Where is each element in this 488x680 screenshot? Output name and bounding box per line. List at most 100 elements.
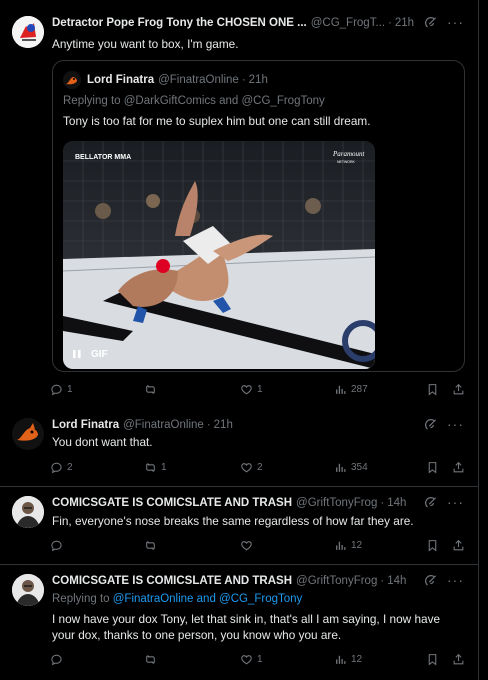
views-count: 287 xyxy=(351,384,368,395)
replying-to-handles[interactable]: @FinatraOnline and @CG_FrogTony xyxy=(113,593,303,605)
views-button[interactable]: 354 xyxy=(334,461,368,474)
quote-header: Lord Finatra @FinatraOnline · 21h xyxy=(87,74,268,86)
reply-button[interactable] xyxy=(50,539,67,552)
more-icon[interactable]: ··· xyxy=(447,494,464,510)
views-icon xyxy=(334,653,347,666)
retweet-button[interactable] xyxy=(144,653,161,666)
views-count: 354 xyxy=(351,462,368,473)
like-button[interactable]: 2 xyxy=(240,461,263,474)
retweet-button[interactable] xyxy=(144,383,161,396)
like-button[interactable] xyxy=(240,539,257,552)
reply-count: 2 xyxy=(67,462,73,473)
more-icon[interactable]: ··· xyxy=(447,572,464,588)
timestamp[interactable]: 14h xyxy=(387,497,406,509)
bookmark-icon xyxy=(426,383,439,396)
like-button[interactable]: 1 xyxy=(240,383,263,396)
avatar[interactable] xyxy=(12,16,44,48)
gif-frame: BELLATOR MMA Paramount NETWORK xyxy=(63,141,375,369)
tweet-2[interactable]: Lord Finatra @FinatraOnline · 21h ··· Yo… xyxy=(0,402,478,486)
tweet-1[interactable]: Detractor Pope Frog Tony the CHOSEN ONE … xyxy=(0,0,478,402)
replying-prefix: Replying to xyxy=(52,593,110,605)
display-name[interactable]: Lord Finatra xyxy=(52,419,119,431)
views-button[interactable]: 12 xyxy=(334,539,362,552)
avatar-image xyxy=(12,496,44,528)
action-bar: 1 1 287 xyxy=(50,383,468,399)
tweet-text: I now have your dox Tony, let that sink … xyxy=(52,612,441,642)
views-button[interactable]: 287 xyxy=(334,383,368,396)
timestamp[interactable]: 21h xyxy=(395,17,414,29)
tweet-3[interactable]: COMICSGATE IS COMICSLATE AND TRASH @Grif… xyxy=(0,486,478,564)
views-button[interactable]: 12 xyxy=(334,653,362,666)
handle[interactable]: @FinatraOnline xyxy=(123,419,204,431)
reply-icon xyxy=(50,461,63,474)
grok-icon[interactable] xyxy=(424,496,438,510)
like-count: 1 xyxy=(257,384,263,395)
like-button[interactable]: 1 xyxy=(240,653,263,666)
bookmark-button[interactable] xyxy=(426,461,443,474)
share-button[interactable] xyxy=(452,539,469,552)
like-icon xyxy=(240,539,253,552)
avatar-image xyxy=(12,16,44,48)
avatar[interactable] xyxy=(63,71,81,89)
share-button[interactable] xyxy=(452,461,469,474)
pause-icon[interactable] xyxy=(71,348,83,360)
bellator-logo: BELLATOR MMA xyxy=(75,154,131,161)
grok-icon[interactable] xyxy=(424,418,438,432)
reply-button[interactable]: 1 xyxy=(50,383,73,396)
display-name[interactable]: Detractor Pope Frog Tony the CHOSEN ONE … xyxy=(52,17,307,29)
action-bar: 1 12 xyxy=(50,653,468,669)
retweet-button[interactable]: 1 xyxy=(144,461,167,474)
grok-icon[interactable] xyxy=(424,574,438,588)
display-name[interactable]: Lord Finatra xyxy=(87,74,154,86)
handle[interactable]: @FinatraOnline xyxy=(158,74,239,86)
handle[interactable]: @CG_FrogT... xyxy=(311,17,385,29)
avatar[interactable] xyxy=(12,574,44,606)
avatar-image xyxy=(12,574,44,606)
reply-icon xyxy=(50,539,63,552)
avatar[interactable] xyxy=(12,418,44,450)
tweet-header: COMICSGATE IS COMICSLATE AND TRASH @Grif… xyxy=(52,497,407,509)
more-icon[interactable]: ··· xyxy=(447,416,464,432)
bookmark-button[interactable] xyxy=(426,653,443,666)
retweet-icon xyxy=(144,653,157,666)
share-icon xyxy=(452,653,465,666)
more-icon[interactable]: ··· xyxy=(447,14,464,30)
tweet-text: You dont want that. xyxy=(52,435,153,449)
share-icon xyxy=(452,539,465,552)
share-button[interactable] xyxy=(452,383,469,396)
gif-badge[interactable]: GIF xyxy=(71,348,108,360)
tweet-text: Fin, everyone's nose breaks the same reg… xyxy=(52,514,414,528)
timestamp[interactable]: 14h xyxy=(387,575,406,587)
reply-button[interactable]: 2 xyxy=(50,461,73,474)
tweet-header: COMICSGATE IS COMICSLATE AND TRASH @Grif… xyxy=(52,575,407,587)
timestamp[interactable]: 21h xyxy=(249,74,268,86)
like-icon xyxy=(240,383,253,396)
replying-to: Replying to @DarkGiftComics and @CG_Frog… xyxy=(63,95,325,107)
retweet-button[interactable] xyxy=(144,539,161,552)
replying-to-handles[interactable]: @DarkGiftComics and @CG_FrogTony xyxy=(124,95,325,107)
display-name[interactable]: COMICSGATE IS COMICSLATE AND TRASH xyxy=(52,575,292,587)
bookmark-icon xyxy=(426,653,439,666)
like-count: 2 xyxy=(257,462,263,473)
avatar[interactable] xyxy=(12,496,44,528)
views-count: 12 xyxy=(351,654,363,665)
handle[interactable]: @GriftTonyFrog xyxy=(296,497,377,509)
gif-label: GIF xyxy=(91,348,108,360)
bookmark-button[interactable] xyxy=(426,383,443,396)
quote-text: Tony is too fat for me to suplex him but… xyxy=(63,114,371,128)
display-name[interactable]: COMICSGATE IS COMICSLATE AND TRASH xyxy=(52,497,292,509)
scrollbar-track[interactable] xyxy=(478,0,488,680)
grok-icon[interactable] xyxy=(424,16,438,30)
replying-prefix: Replying to xyxy=(63,95,121,107)
tweet-text: Anytime you want to box, I'm game. xyxy=(52,37,239,51)
tweet-4[interactable]: COMICSGATE IS COMICSLATE AND TRASH @Grif… xyxy=(0,564,478,680)
handle[interactable]: @GriftTonyFrog xyxy=(296,575,377,587)
gif-media[interactable]: BELLATOR MMA Paramount NETWORK GIF xyxy=(63,141,375,369)
timestamp[interactable]: 21h xyxy=(214,419,233,431)
tweet-header: Lord Finatra @FinatraOnline · 21h xyxy=(52,419,233,431)
bookmark-button[interactable] xyxy=(426,539,443,552)
share-button[interactable] xyxy=(452,653,469,666)
replying-to: Replying to @FinatraOnline and @CG_FrogT… xyxy=(52,593,302,605)
quoted-tweet[interactable]: Lord Finatra @FinatraOnline · 21h Replyi… xyxy=(52,60,465,372)
reply-button[interactable] xyxy=(50,653,67,666)
